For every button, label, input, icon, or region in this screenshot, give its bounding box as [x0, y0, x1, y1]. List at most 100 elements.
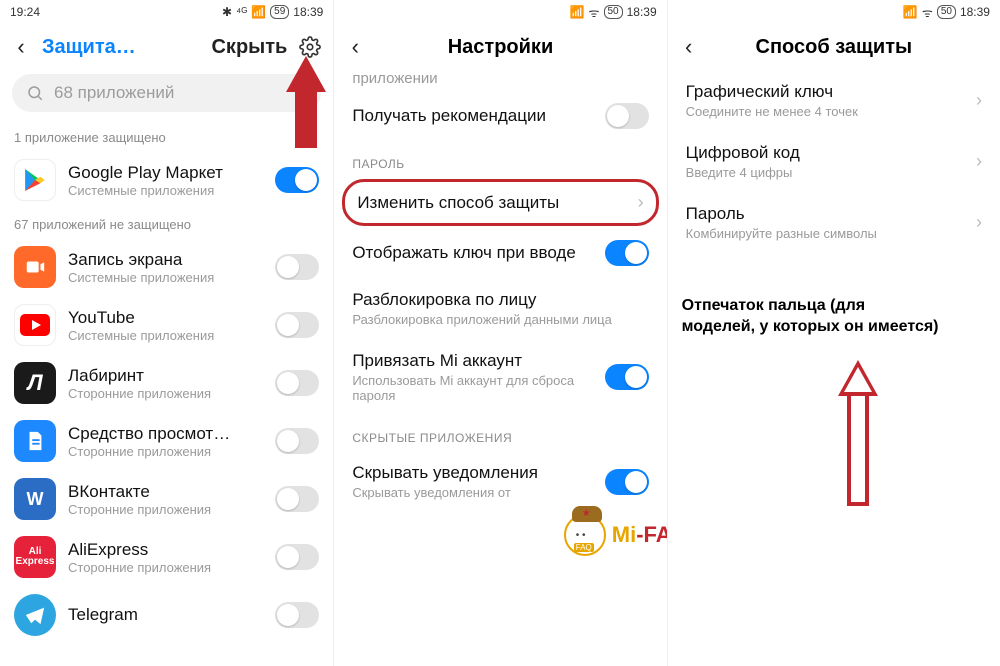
app-name: Лабиринт	[68, 366, 263, 386]
row-title: Получать рекомендации	[352, 106, 592, 126]
app-row-labirint[interactable]: Л ЛабиринтСторонние приложения	[0, 354, 333, 412]
app-sub: Системные приложения	[68, 183, 263, 198]
youtube-icon	[14, 304, 56, 346]
search-placeholder: 68 приложений	[54, 83, 174, 103]
app-sub: Сторонние приложения	[68, 502, 263, 517]
row-show-pattern[interactable]: Отображать ключ при вводе	[334, 228, 666, 278]
back-button[interactable]: ‹	[678, 34, 700, 60]
page-title: Настройки	[376, 36, 624, 59]
app-name: Google Play Маркет	[68, 163, 263, 183]
mascot-icon: ★• •FAQ	[564, 514, 606, 556]
signal-icon: 📶	[903, 5, 918, 19]
row-title: Пароль	[686, 204, 964, 224]
row-sub: Комбинируйте разные символы	[686, 226, 964, 241]
chevron-right-icon: ›	[638, 192, 644, 213]
section-hidden-apps-header: СКРЫТЫЕ ПРИЛОЖЕНИЯ	[334, 415, 666, 451]
status-time-left: 19:24	[10, 5, 40, 19]
app-name: ВКонтакте	[68, 482, 263, 502]
fingerprint-annotation: Отпечаток пальца (для моделей, у которых…	[682, 296, 940, 338]
row-recommendations[interactable]: Получать рекомендации	[334, 91, 666, 141]
app-name: Telegram	[68, 605, 263, 625]
row-sub: Введите 4 цифры	[686, 165, 964, 180]
section-protected-label: 1 приложение защищено	[0, 122, 333, 151]
search-icon	[26, 84, 44, 102]
row-password[interactable]: Пароль Комбинируйте разные символы ›	[668, 192, 1000, 253]
toggle-mi-account[interactable]	[605, 364, 649, 390]
row-sub: Использовать Mi аккаунт для сброса парол…	[352, 373, 592, 403]
app-row-play[interactable]: Google Play Маркет Системные приложения	[0, 151, 333, 209]
toggle-recommendations[interactable]	[605, 103, 649, 129]
back-button[interactable]: ‹	[10, 34, 32, 60]
app-row-viewer[interactable]: Средство просмот…Сторонние приложения	[0, 412, 333, 470]
row-sub: Скрывать уведомления от	[352, 485, 592, 500]
battery-badge: 59	[270, 5, 289, 19]
tab-protect[interactable]: Защита…	[42, 36, 136, 59]
app-toggle[interactable]	[275, 428, 319, 454]
app-toggle[interactable]	[275, 486, 319, 512]
app-toggle[interactable]	[275, 312, 319, 338]
app-row-telegram[interactable]: Telegram	[0, 586, 333, 644]
status-bar: 19:24 ✱ ⁴ᴳ 📶 59 18:39	[0, 0, 333, 24]
app-toggle[interactable]	[275, 370, 319, 396]
status-time: 18:39	[627, 5, 657, 19]
tab-hide[interactable]: Скрыть	[211, 36, 287, 59]
app-toggle[interactable]	[275, 254, 319, 280]
app-name: YouTube	[68, 308, 263, 328]
toggle-show-pattern[interactable]	[605, 240, 649, 266]
aliexpress-icon: AliExpress	[14, 536, 56, 578]
telegram-icon	[14, 594, 56, 636]
app-row-aliexpress[interactable]: AliExpress AliExpressСторонние приложени…	[0, 528, 333, 586]
row-pattern[interactable]: Графический ключ Соедините не менее 4 то…	[668, 70, 1000, 131]
app-row-vk[interactable]: W ВКонтактеСторонние приложения	[0, 470, 333, 528]
watermark-logo: ★• •FAQ Mi-FAQ.RU	[564, 514, 667, 556]
pane-settings: 📶 ᯤ 50 18:39 ‹ Настройки приложении Полу…	[333, 0, 666, 666]
battery-badge: 50	[937, 5, 956, 19]
app-sub: Сторонние приложения	[68, 386, 263, 401]
signal-icon: 📶	[251, 5, 266, 19]
highlight-annotation: Изменить способ защиты ›	[342, 179, 658, 226]
row-mi-account[interactable]: Привязать Mi аккаунт Использовать Mi акк…	[334, 339, 666, 415]
back-button[interactable]: ‹	[344, 34, 366, 60]
app-sub: Системные приложения	[68, 270, 263, 285]
google-play-icon	[14, 159, 56, 201]
row-pin[interactable]: Цифровой код Введите 4 цифры ›	[668, 131, 1000, 192]
signal-icon: 📶	[570, 5, 585, 19]
header: ‹ Способ защиты	[668, 24, 1000, 70]
row-title: Привязать Mi аккаунт	[352, 351, 592, 371]
screen-recorder-icon	[14, 246, 56, 288]
status-bar: 📶 ᯤ 50 18:39	[334, 0, 666, 24]
app-toggle[interactable]	[275, 602, 319, 628]
vkontakte-icon: W	[14, 478, 56, 520]
row-title: Графический ключ	[686, 82, 964, 102]
app-row-youtube[interactable]: YouTubeСистемные приложения	[0, 296, 333, 354]
search-input[interactable]: 68 приложений	[12, 74, 321, 112]
toggle-hide-notifications[interactable]	[605, 469, 649, 495]
logo-mi: Mi	[612, 522, 636, 547]
row-face-unlock[interactable]: Разблокировка по лицу Разблокировка прил…	[334, 278, 666, 339]
row-title: Скрывать уведомления	[352, 463, 592, 483]
app-sub: Системные приложения	[68, 328, 263, 343]
app-toggle[interactable]	[275, 544, 319, 570]
wifi-icon: ᯤ	[922, 4, 933, 21]
row-sub: Соедините не менее 4 точек	[686, 104, 964, 119]
status-bar: 📶 ᯤ 50 18:39	[668, 0, 1000, 24]
annotation-arrow-fingerprint	[838, 360, 878, 506]
app-toggle[interactable]	[275, 167, 319, 193]
network-icon: ⁴ᴳ	[236, 5, 247, 19]
section-password-header: ПАРОЛЬ	[334, 141, 666, 177]
labirint-icon: Л	[14, 362, 56, 404]
app-sub: Сторонние приложения	[68, 560, 263, 575]
pane-app-lock: 19:24 ✱ ⁴ᴳ 📶 59 18:39 ‹ Защита… Скрыть 6…	[0, 0, 333, 666]
header: ‹ Настройки	[334, 24, 666, 70]
wifi-icon: ᯤ	[589, 4, 600, 21]
pane-lock-type: 📶 ᯤ 50 18:39 ‹ Способ защиты Графический…	[667, 0, 1000, 666]
annotation-arrow-gear	[286, 56, 326, 148]
row-title: Отображать ключ при вводе	[352, 243, 592, 263]
app-row-record[interactable]: Запись экранаСистемные приложения	[0, 238, 333, 296]
bluetooth-icon: ✱	[222, 5, 232, 19]
section-unprotected-label: 67 приложений не защищено	[0, 209, 333, 238]
row-change-lock-type[interactable]: Изменить способ защиты ›	[345, 182, 655, 223]
logo-rest: -FAQ.RU	[636, 522, 666, 547]
cut-off-text: приложении	[334, 70, 666, 91]
row-hide-notifications[interactable]: Скрывать уведомления Скрывать уведомлени…	[334, 451, 666, 512]
